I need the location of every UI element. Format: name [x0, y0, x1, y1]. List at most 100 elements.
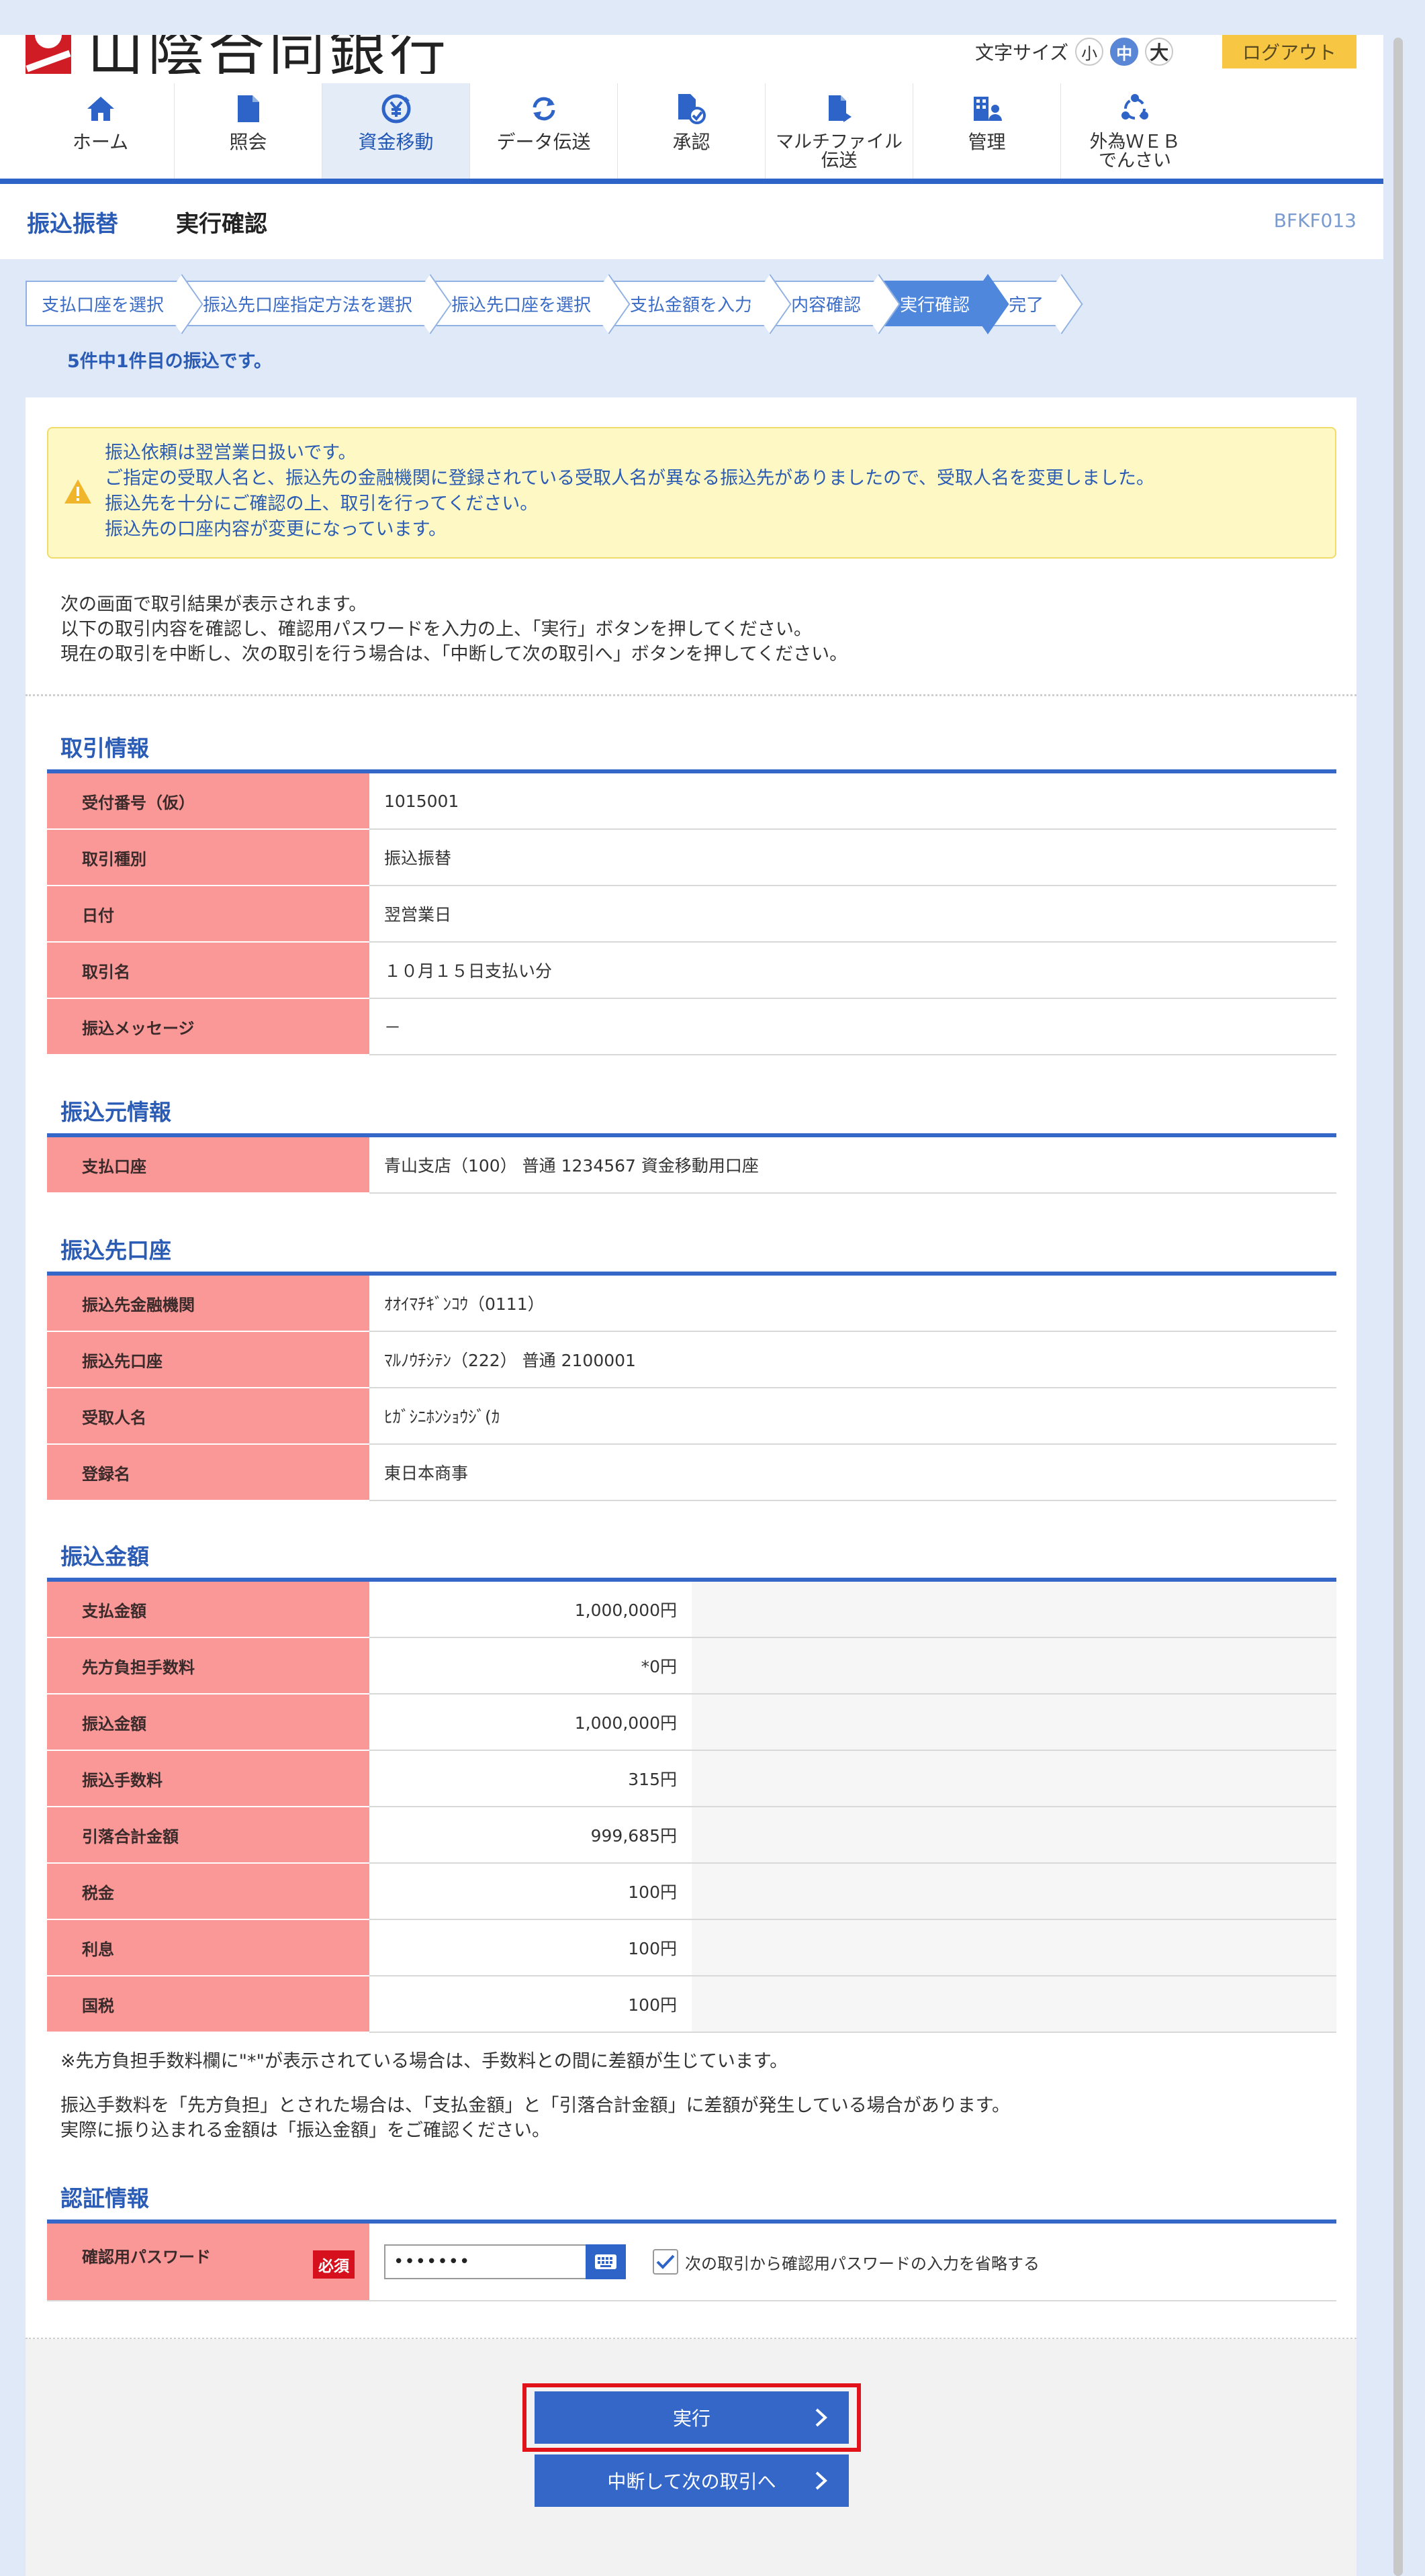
- top-strip: [0, 0, 1425, 35]
- row-label: 利息: [47, 1920, 369, 1976]
- amount-heading: 振込金額: [60, 1543, 149, 1570]
- nav-underline: [0, 179, 1383, 184]
- row-label: 税金: [47, 1864, 369, 1920]
- row-label: 国税: [47, 1976, 369, 2033]
- nav-approval-label: 承認: [672, 131, 710, 153]
- progress-notice: 5件中1件目の振込です。: [67, 351, 272, 372]
- row-label: 取引種別: [47, 830, 369, 886]
- skip-password-checkbox[interactable]: [653, 2249, 678, 2275]
- asterisk-note: ※先方負担手数料欄に"*"が表示されている場合は、手数料との間に差額が生じていま…: [60, 2051, 788, 2072]
- table-row: 日付 翌営業日: [47, 886, 1336, 943]
- row-value: －: [369, 999, 1336, 1054]
- logout-button[interactable]: ログアウト: [1222, 35, 1357, 68]
- nav-data-transmission-label: データ伝送: [496, 131, 591, 153]
- row-label: 支払口座: [47, 1137, 369, 1194]
- table-row: 受付番号（仮） 1015001: [47, 773, 1336, 830]
- destination-table: 振込先金融機関 ｵｵｲﾏﾁｷﾞﾝｺｳ（0111） 振込先口座 ﾏﾙﾉｳﾁｼﾃﾝ（22…: [47, 1276, 1336, 1501]
- nav-data-transmission[interactable]: データ伝送: [470, 83, 618, 179]
- refresh-icon: [529, 91, 559, 126]
- bank-logo-mark-icon: [26, 35, 71, 74]
- row-label: 振込手数料: [47, 1751, 369, 1807]
- row-value: 振込振替: [369, 830, 1336, 885]
- font-size-small-button[interactable]: 小: [1075, 38, 1104, 66]
- row-value: 999,685円: [369, 1807, 692, 1862]
- alert-line: 振込先を十分にご確認の上、取引を行ってください。: [105, 493, 539, 514]
- skip-password-label[interactable]: 次の取引から確認用パスワードの入力を省略する: [685, 2250, 1040, 2274]
- global-nav: ホーム 照会 資金移動 データ伝送 承認 マルチファイル 伝送 管理 外為ＷＥＢ…: [27, 83, 1209, 179]
- software-keyboard-button[interactable]: [586, 2244, 626, 2279]
- table-row: 支払口座 青山支店（100） 普通 1234567 資金移動用口座: [47, 1137, 1336, 1194]
- table-row: 登録名 東日本商事: [47, 1445, 1336, 1501]
- nav-approval[interactable]: 承認: [618, 83, 766, 179]
- nav-inquiry[interactable]: 照会: [175, 83, 322, 179]
- nav-home[interactable]: ホーム: [27, 83, 175, 179]
- row-value: 青山支店（100） 普通 1234567 資金移動用口座: [369, 1137, 1336, 1192]
- page: 山陰合同銀行 文字サイズ 小 中 大 ログアウト ホーム 照会 資金移動 データ…: [0, 0, 1425, 2576]
- font-size-label: 文字サイズ: [975, 42, 1069, 64]
- alert-line: 振込依頼は翌営業日扱いです。: [105, 442, 357, 463]
- intro-line: 現在の取引を中断し、次の取引を行う場合は、「中断して次の取引へ」ボタンを押してく…: [60, 644, 848, 665]
- row-value: 1015001: [369, 773, 1336, 828]
- table-row: 振込手数料 315円: [47, 1751, 1336, 1807]
- table-row: 受取人名 ﾋｶﾞｼﾆﾎﾝｼｮｳｼﾞ(ｶ: [47, 1388, 1336, 1445]
- nav-multi-file[interactable]: マルチファイル 伝送: [766, 83, 913, 179]
- step-indicator: 支払口座を選択 振込先口座指定方法を選択 振込先口座を選択 支払金額を入力 内容…: [26, 281, 1067, 326]
- row-value: 315円: [369, 1751, 692, 1806]
- password-label: 確認用パスワード: [82, 2248, 211, 2267]
- transaction-heading: 取引情報: [60, 735, 149, 761]
- row-value: *0円: [369, 1638, 692, 1693]
- table-row: 取引名 １０月１５日支払い分: [47, 943, 1336, 999]
- destination-heading: 振込先口座: [60, 1237, 171, 1263]
- screen-id: BFKF013: [1273, 209, 1357, 232]
- intro-line: 以下の取引内容を確認し、確認用パスワードを入力の上、「実行」ボタンを押してくださ…: [60, 619, 812, 640]
- row-value: 1,000,000円: [369, 1695, 692, 1750]
- row-label: 日付: [47, 886, 369, 943]
- font-size-large-button[interactable]: 大: [1145, 38, 1174, 66]
- interrupt-next-button[interactable]: 中断して次の取引へ: [535, 2454, 849, 2507]
- font-size-medium-button[interactable]: 中: [1110, 38, 1139, 66]
- row-value: 翌営業日: [369, 886, 1336, 941]
- page-subtitle: 実行確認: [176, 211, 267, 238]
- row-label: 振込先口座: [47, 1332, 369, 1388]
- nav-fund-transfer-label: 資金移動: [358, 131, 434, 153]
- keyboard-icon: [595, 2254, 616, 2269]
- execute-button-highlight: [522, 2383, 861, 2452]
- table-row: 支払金額 1,000,000円: [47, 1582, 1336, 1638]
- password-cell: ••••••• 次の取引から確認用パスワードの入力を省略する: [369, 2224, 1336, 2300]
- transaction-table: 受付番号（仮） 1015001 取引種別 振込振替 日付 翌営業日 取引名 １０月１５日…: [47, 773, 1336, 1055]
- required-badge: 必須: [313, 2250, 355, 2279]
- nav-management-label: 管理: [968, 131, 1006, 153]
- nav-forex-densai[interactable]: 外為ＷＥＢ でんさい: [1061, 83, 1209, 179]
- row-label: 振込メッセージ: [47, 999, 369, 1055]
- nav-home-label: ホーム: [72, 131, 129, 153]
- network-icon: [1119, 91, 1151, 126]
- home-icon: [86, 91, 116, 126]
- checkmark-icon: [656, 2254, 675, 2269]
- nav-fund-transfer[interactable]: 資金移動: [322, 83, 470, 179]
- row-value: ﾋｶﾞｼﾆﾎﾝｼｮｳｼﾞ(ｶ: [369, 1388, 1336, 1443]
- table-row: 引落合計金額 999,685円: [47, 1807, 1336, 1864]
- approval-icon: [677, 91, 706, 126]
- multi-file-icon: [825, 91, 854, 126]
- divider: [26, 694, 1357, 696]
- table-row: 先方負担手数料 *0円: [47, 1638, 1336, 1695]
- nav-forex-densai-label: 外為ＷＥＢ でんさい: [1089, 132, 1181, 171]
- step-3: 振込先口座を選択: [435, 281, 614, 326]
- row-label: 先方負担手数料: [47, 1638, 369, 1695]
- fee-note-line: 振込手数料を「先方負担」とされた場合は、「支払金額」と「引落合計金額」に差額が発…: [60, 2095, 1010, 2116]
- vertical-scrollbar[interactable]: [1393, 38, 1403, 2576]
- row-label: 引落合計金額: [47, 1807, 369, 1864]
- step-1: 支払口座を選択: [26, 281, 187, 326]
- page-title: 振込振替: [27, 211, 118, 238]
- row-label: 取引名: [47, 943, 369, 999]
- chevron-right-icon: [815, 2471, 827, 2490]
- table-row: 利息 100円: [47, 1920, 1336, 1976]
- document-icon: [236, 91, 261, 126]
- row-value: 1,000,000円: [369, 1582, 692, 1637]
- nav-management[interactable]: 管理: [913, 83, 1061, 179]
- alert-lines: 振込依頼は翌営業日扱いです。 ご指定の受取人名と、振込先の金融機関に登録されてい…: [105, 440, 1154, 542]
- bank-logo[interactable]: 山陰合同銀行: [26, 35, 450, 74]
- password-input[interactable]: •••••••: [384, 2244, 586, 2279]
- interrupt-button-label: 中断して次の取引へ: [607, 2471, 776, 2493]
- table-row: 振込金額 1,000,000円: [47, 1695, 1336, 1751]
